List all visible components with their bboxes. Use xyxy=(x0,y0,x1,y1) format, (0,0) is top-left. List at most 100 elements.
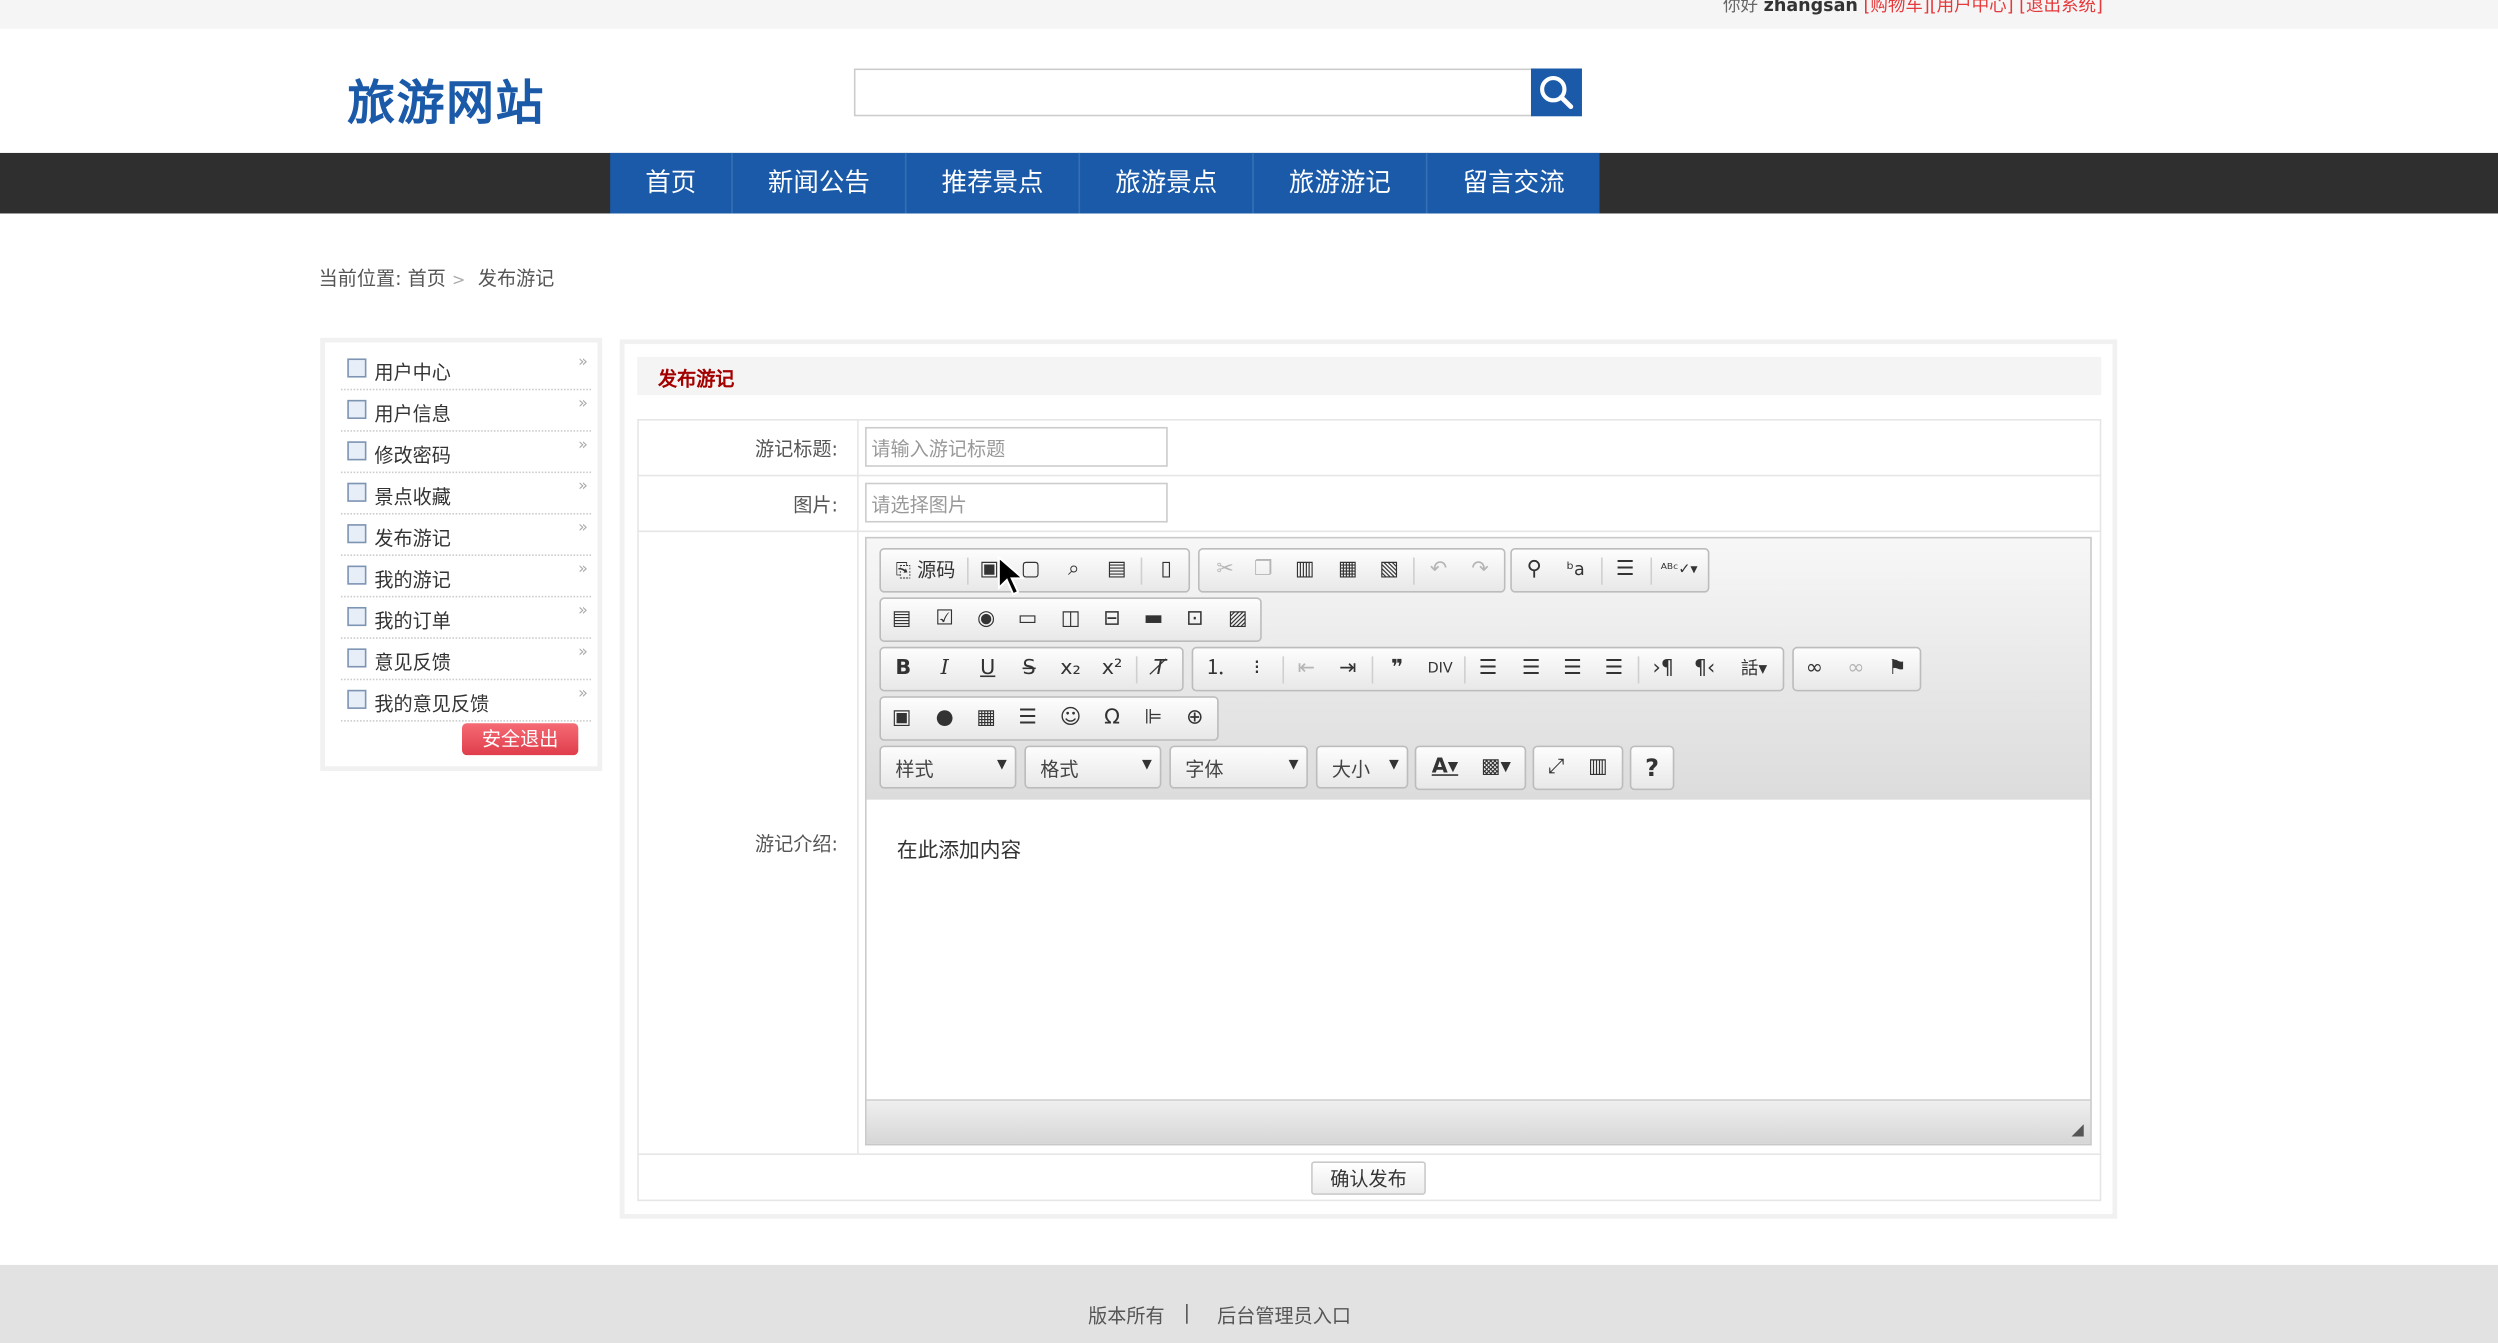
link-icon[interactable]: ∞ xyxy=(1802,656,1827,681)
nav-item-travelogues[interactable]: 旅游游记 xyxy=(1254,152,1428,214)
editor-content-area[interactable]: 在此添加内容 xyxy=(866,799,2091,1100)
sidebar-item-change-password[interactable]: 修改密码 » xyxy=(340,432,592,474)
language-icon[interactable]: 話▾ xyxy=(1735,656,1773,681)
ltr-icon[interactable]: ›¶ xyxy=(1650,656,1675,681)
select-icon[interactable]: ⊟ xyxy=(1099,607,1124,632)
styles-dropdown[interactable]: 样式 ▼ xyxy=(879,745,1017,789)
div-icon[interactable]: DIV xyxy=(1427,656,1453,681)
checkbox-icon[interactable]: ☑ xyxy=(932,607,957,632)
bulleted-list-icon[interactable]: ⁝ xyxy=(1244,656,1269,681)
sidebar-item-my-feedback[interactable]: 我的意见反馈 » xyxy=(340,680,592,722)
toolbar-separator xyxy=(1282,656,1285,684)
paste-text-icon[interactable]: ▦ xyxy=(1335,558,1360,583)
align-right-icon[interactable]: ☰ xyxy=(1560,656,1585,681)
underline-icon[interactable]: U xyxy=(975,656,1000,681)
anchor-icon[interactable]: ⚑ xyxy=(1885,656,1910,681)
size-dropdown[interactable]: 大小 ▼ xyxy=(1315,745,1409,789)
image-label: 图片: xyxy=(793,493,838,517)
print-icon[interactable]: ▤ xyxy=(1104,558,1129,583)
numbered-list-icon[interactable]: ⒈ xyxy=(1203,656,1228,681)
sidebar-item-my-travelogues[interactable]: 我的游记 » xyxy=(340,556,592,598)
admin-entry-link[interactable]: 后台管理员入口 xyxy=(1217,1302,1351,1329)
sidebar-item-my-orders[interactable]: 我的订单 » xyxy=(340,597,592,639)
nav-item-news[interactable]: 新闻公告 xyxy=(733,152,907,214)
redo-icon[interactable]: ↷ xyxy=(1467,558,1492,583)
about-icon[interactable]: ? xyxy=(1639,755,1664,780)
search-button[interactable] xyxy=(1530,68,1582,117)
sidebar-item-label: 用户中心 xyxy=(374,361,451,384)
bold-icon[interactable]: B xyxy=(891,656,916,681)
table-icon[interactable]: ▦ xyxy=(973,706,998,731)
safe-logout-button[interactable]: 安全退出 xyxy=(462,723,579,756)
show-blocks-icon[interactable]: ▥ xyxy=(1585,755,1610,780)
image-icon[interactable]: ▣ xyxy=(889,706,914,731)
nav-item-attractions[interactable]: 旅游景点 xyxy=(1080,152,1254,214)
italic-icon[interactable]: I xyxy=(932,656,957,681)
logout-link[interactable]: [退出系统] xyxy=(2019,0,2103,16)
font-dropdown[interactable]: 字体 ▼ xyxy=(1169,745,1308,789)
select-all-icon[interactable]: ☰ xyxy=(1612,558,1637,583)
copy-icon[interactable]: ❐ xyxy=(1251,558,1276,583)
user-center-link[interactable]: [用户中心] xyxy=(1930,0,2014,16)
image-input[interactable]: 请选择图片 xyxy=(865,482,1168,523)
maximize-icon[interactable]: ⤢ xyxy=(1544,755,1569,780)
sidebar-item-label: 景点收藏 xyxy=(374,485,451,509)
image-button-icon[interactable]: ⊡ xyxy=(1182,607,1207,632)
confirm-publish-button[interactable]: 确认发布 xyxy=(1311,1161,1426,1195)
smiley-icon[interactable]: ☺ xyxy=(1058,706,1083,731)
rtl-icon[interactable]: ¶‹ xyxy=(1692,656,1717,681)
chevron-right-icon: » xyxy=(578,685,588,703)
subscript-icon[interactable]: x₂ xyxy=(1058,656,1083,681)
horizontal-rule-icon[interactable]: ☰ xyxy=(1015,706,1040,731)
special-char-icon[interactable]: Ω xyxy=(1099,706,1124,731)
cart-link[interactable]: [购物车] xyxy=(1863,0,1929,16)
superscript-icon[interactable]: x² xyxy=(1099,656,1124,681)
nav-item-messages[interactable]: 留言交流 xyxy=(1428,153,1600,214)
undo-icon[interactable]: ↶ xyxy=(1426,558,1451,583)
align-center-icon[interactable]: ☰ xyxy=(1518,656,1543,681)
resize-handle-icon[interactable]: ◢ xyxy=(2072,1122,2084,1140)
radio-icon[interactable]: ◉ xyxy=(973,607,998,632)
strike-icon[interactable]: S xyxy=(1016,656,1041,681)
greeting: 你好 zhangsan [购物车][用户中心] [退出系统] xyxy=(1723,0,2103,18)
cut-icon[interactable]: ✂ xyxy=(1212,558,1237,583)
unlink-icon[interactable]: ∞ xyxy=(1843,656,1868,681)
textarea-icon[interactable]: ◫ xyxy=(1058,607,1083,632)
nav-item-recommended[interactable]: 推荐景点 xyxy=(907,152,1081,214)
button-icon[interactable]: ▬ xyxy=(1141,607,1166,632)
source-button[interactable]: ⎘ 源码 xyxy=(891,558,961,583)
format-dropdown[interactable]: 格式 ▼ xyxy=(1024,745,1162,789)
outdent-icon[interactable]: ⇤ xyxy=(1294,656,1319,681)
justify-icon[interactable]: ☰ xyxy=(1601,656,1626,681)
blockquote-icon[interactable]: ❞ xyxy=(1384,656,1409,681)
templates-icon[interactable]: ▯ xyxy=(1153,558,1178,583)
replace-icon[interactable]: ᵇa xyxy=(1563,558,1588,583)
bg-color-icon[interactable]: ▩▾ xyxy=(1477,755,1515,780)
remove-format-icon[interactable]: T̸ xyxy=(1147,656,1172,681)
sidebar-item-favorites[interactable]: 景点收藏 » xyxy=(340,473,592,515)
text-color-icon[interactable]: A▾ xyxy=(1426,755,1464,780)
flash-icon[interactable]: ● xyxy=(932,706,957,731)
form-icon[interactable]: ▤ xyxy=(889,607,914,632)
paste-icon[interactable]: ▥ xyxy=(1292,558,1317,583)
breadcrumb-home-link[interactable]: 首页 xyxy=(408,268,446,290)
spellcheck-icon[interactable]: ᴬᴮᶜ✓▾ xyxy=(1660,558,1698,583)
paste-word-icon[interactable]: ▧ xyxy=(1376,558,1401,583)
page-break-icon[interactable]: ⊫ xyxy=(1141,706,1166,731)
align-left-icon[interactable]: ☰ xyxy=(1475,656,1500,681)
sidebar-item-publish-travelogue[interactable]: 发布游记 » xyxy=(340,515,592,556)
textfield-icon[interactable]: ▭ xyxy=(1015,607,1040,632)
sidebar-item-user-center[interactable]: 用户中心 » xyxy=(340,349,592,391)
sidebar-item-feedback[interactable]: 意见反馈 » xyxy=(340,639,592,681)
hidden-field-icon[interactable]: ▨ xyxy=(1225,607,1250,632)
find-icon[interactable]: ⚲ xyxy=(1521,558,1546,583)
preview-icon[interactable]: ⌕ xyxy=(1061,558,1086,583)
sidebar-item-user-info[interactable]: 用户信息 » xyxy=(340,390,592,432)
indent-icon[interactable]: ⇥ xyxy=(1335,656,1360,681)
site-logo[interactable]: 旅游网站 xyxy=(347,64,545,134)
title-input[interactable]: 请输入游记标题 xyxy=(865,426,1168,467)
toolbar-separator xyxy=(1140,557,1143,585)
search-input[interactable] xyxy=(853,68,1533,117)
nav-item-home[interactable]: 首页 xyxy=(610,152,733,214)
iframe-icon[interactable]: ⊕ xyxy=(1182,706,1207,731)
